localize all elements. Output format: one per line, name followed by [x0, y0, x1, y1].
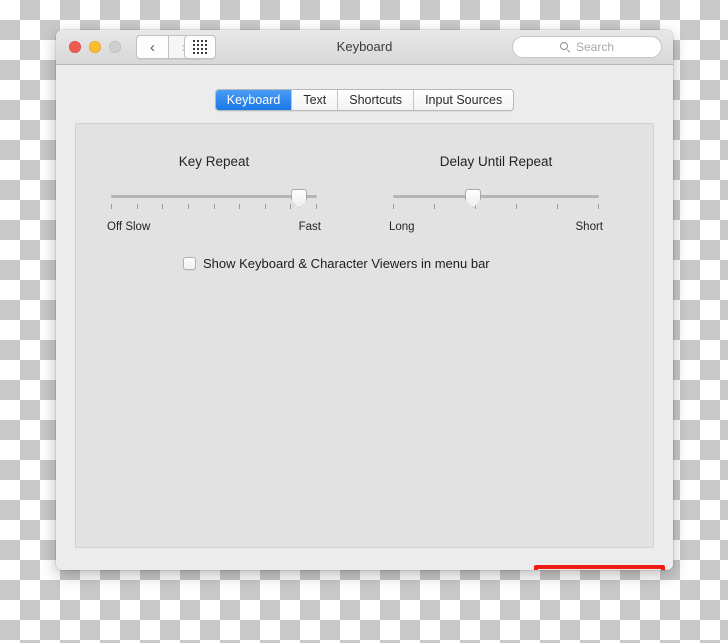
key-repeat-title: Key Repeat	[178, 154, 250, 169]
keyboard-settings-panel: Key Repeat Off Slow Fast Delay Until Rep…	[75, 123, 665, 570]
tab-text[interactable]: Text	[292, 90, 339, 110]
delay-until-repeat-title: Delay Until Repeat	[439, 154, 553, 169]
slider-ticks	[393, 204, 599, 209]
modifier-keys-highlight-annotation	[534, 565, 665, 570]
tab-input-sources[interactable]: Input Sources	[414, 90, 514, 110]
delay-until-repeat-labels: Long Short	[381, 221, 611, 237]
tab-keyboard[interactable]: Keyboard	[215, 90, 293, 110]
delay-label-left: Long	[389, 221, 415, 233]
show-viewers-row[interactable]: Show Keyboard & Character Viewers in men…	[183, 256, 490, 271]
delay-until-repeat-group: Delay Until Repeat Long Short	[381, 154, 611, 237]
search-icon	[559, 41, 571, 53]
tab-bar: Keyboard Text Shortcuts Input Sources	[56, 89, 673, 111]
delay-label-right: Short	[575, 221, 604, 233]
key-repeat-group: Key Repeat Off Slow Fast	[99, 154, 329, 237]
window-titlebar: ‹ › Keyboard Search	[56, 30, 673, 65]
slider-track	[393, 195, 599, 198]
slider-track	[111, 195, 317, 198]
search-input[interactable]: Search	[512, 36, 662, 58]
tab-shortcuts[interactable]: Shortcuts	[338, 90, 415, 110]
key-repeat-labels: Off Slow Fast	[99, 221, 329, 237]
keyboard-preferences-window: ‹ › Keyboard Search Keyboard Text	[56, 30, 673, 570]
show-viewers-label: Show Keyboard & Character Viewers in men…	[203, 256, 490, 271]
slider-ticks	[111, 204, 317, 209]
key-repeat-label-left: Off Slow	[107, 221, 151, 233]
key-repeat-label-right: Fast	[298, 221, 321, 233]
delay-until-repeat-slider[interactable]	[381, 187, 611, 217]
window-body: Keyboard Text Shortcuts Input Sources Ke…	[56, 65, 673, 570]
show-viewers-checkbox[interactable]	[183, 257, 196, 270]
key-repeat-slider[interactable]	[99, 187, 329, 217]
search-placeholder: Search	[575, 40, 615, 54]
